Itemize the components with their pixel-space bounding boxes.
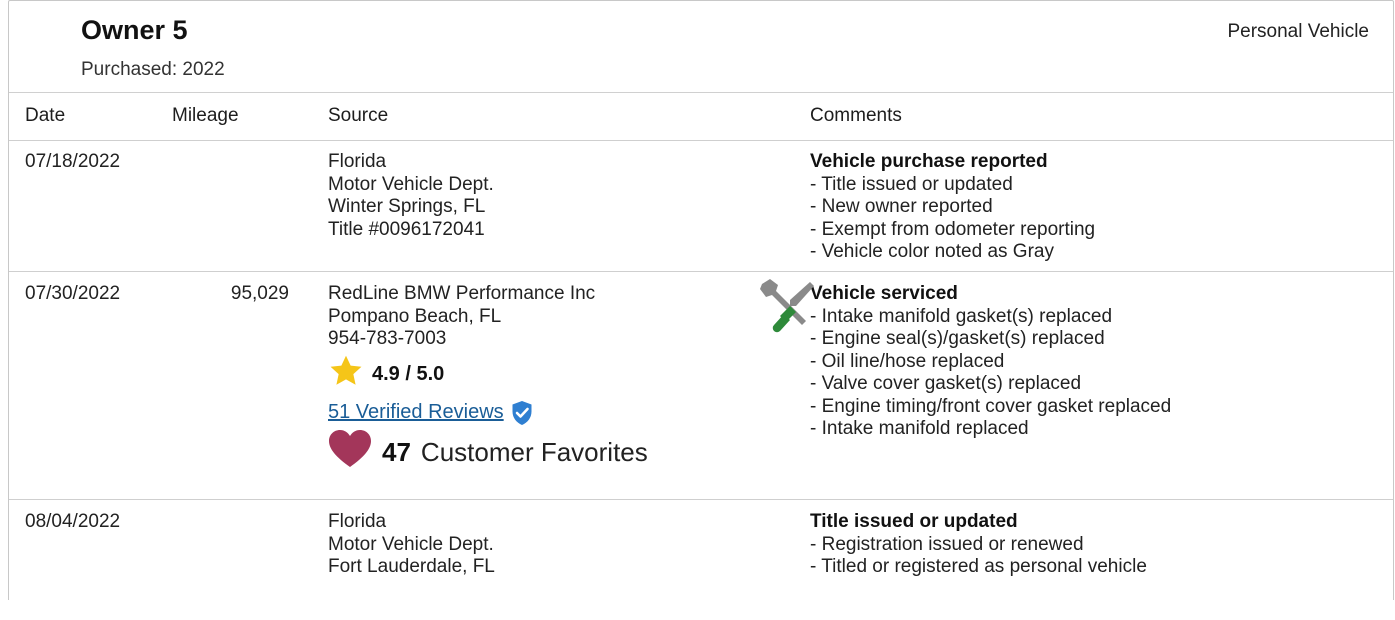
- verified-reviews-link[interactable]: 51 Verified Reviews: [328, 401, 504, 424]
- comment-heading: Vehicle serviced: [810, 283, 958, 304]
- comment-line: - Intake manifold replaced: [810, 418, 1029, 439]
- comment-heading: Vehicle purchase reported: [810, 151, 1048, 172]
- header-date: Date: [25, 105, 66, 126]
- star-icon: [328, 353, 364, 396]
- header-comments: Comments: [810, 105, 902, 126]
- row-source: Florida Motor Vehicle Dept. Fort Lauderd…: [328, 511, 495, 579]
- heart-icon: [328, 429, 372, 476]
- row-source: RedLine BMW Performance Inc Pompano Beac…: [328, 283, 648, 473]
- comment-line: - Intake manifold gasket(s) replaced: [810, 305, 1113, 327]
- row-date: 07/18/2022: [25, 151, 121, 172]
- header-source: Source: [328, 105, 389, 126]
- table-row: 07/30/2022 95,029 RedLine BMW Performanc…: [9, 272, 1393, 500]
- customer-favorites: 47 Customer Favorites: [328, 430, 648, 473]
- header-mileage: Mileage: [172, 105, 239, 126]
- source-line: Winter Springs, FL: [328, 196, 486, 217]
- verified-shield-icon: [510, 400, 534, 426]
- source-line: Florida: [328, 511, 387, 532]
- row-mileage: 95,029: [230, 283, 289, 304]
- comment-line: - New owner reported: [810, 196, 993, 217]
- owner-title: Owner 5: [81, 15, 188, 45]
- comment-line: - Titled or registered as personal vehic…: [810, 556, 1147, 577]
- favorites-count: 47: [382, 437, 411, 468]
- table-header: Date Mileage Source Comments: [9, 92, 1393, 141]
- wrench-screwdriver-icon: [756, 275, 816, 342]
- table-row: 07/18/2022 Florida Motor Vehicle Dept. W…: [9, 140, 1393, 272]
- comment-line: - Engine seal(s)/gasket(s) replaced: [810, 328, 1105, 349]
- source-line: Fort Lauderdale, FL: [328, 556, 495, 577]
- comment-line: - Exempt from odometer reporting: [810, 218, 1096, 240]
- shop-phone: 954-783-7003: [328, 328, 447, 349]
- comment-heading: Title issued or updated: [810, 511, 1018, 532]
- vehicle-usage-type: Personal Vehicle: [1227, 21, 1369, 42]
- table-row: 08/04/2022 Florida Motor Vehicle Dept. F…: [9, 500, 1393, 620]
- source-line: Title #0096172041: [328, 218, 485, 240]
- comment-line: - Registration issued or renewed: [810, 533, 1084, 555]
- shop-name: RedLine BMW Performance Inc: [328, 283, 596, 304]
- owner-history-card: Owner 5 Purchased: 2022 Personal Vehicle…: [8, 0, 1394, 600]
- comment-line: - Valve cover gasket(s) replaced: [810, 373, 1082, 394]
- verified-reviews: 51 Verified Reviews: [328, 399, 648, 427]
- row-comments: Vehicle purchase reported - Title issued…: [810, 151, 1095, 264]
- comment-line: - Vehicle color noted as Gray: [810, 241, 1054, 262]
- row-comments: Vehicle serviced - Intake manifold gaske…: [760, 279, 1172, 441]
- source-line: Motor Vehicle Dept.: [328, 173, 494, 195]
- rating-value: 4.9 / 5.0: [372, 363, 445, 386]
- row-date: 08/04/2022: [25, 511, 121, 532]
- favorites-label: Customer Favorites: [420, 437, 648, 468]
- comment-line: - Engine timing/front cover gasket repla…: [810, 395, 1172, 417]
- shop-rating: 4.9 / 5.0: [328, 355, 648, 393]
- source-line: Motor Vehicle Dept.: [328, 533, 494, 555]
- source-line: Florida: [328, 151, 387, 172]
- row-source: Florida Motor Vehicle Dept. Winter Sprin…: [328, 151, 494, 241]
- row-date: 07/30/2022: [25, 283, 121, 304]
- comment-line: - Title issued or updated: [810, 173, 1013, 195]
- purchased-year: Purchased: 2022: [81, 59, 225, 80]
- row-comments: Title issued or updated - Registration i…: [810, 511, 1147, 579]
- shop-location: Pompano Beach, FL: [328, 305, 502, 327]
- comment-line: - Oil line/hose replaced: [810, 350, 1005, 372]
